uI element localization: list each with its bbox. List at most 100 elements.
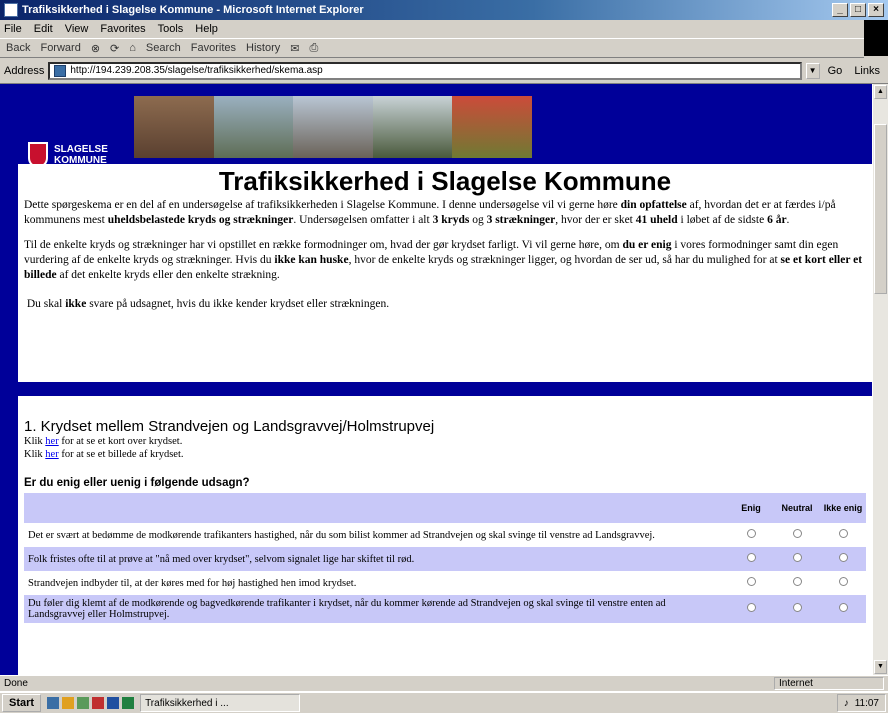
statement-table: Enig Neutral Ikke enig Det er svært at b…	[24, 493, 866, 623]
history-button[interactable]: History	[246, 42, 280, 54]
quicklaunch-app-icon[interactable]	[92, 697, 105, 709]
table-header-row: Enig Neutral Ikke enig	[24, 493, 866, 523]
radio-neutral[interactable]	[792, 577, 802, 586]
window-title: Trafiksikkerhed i Slagelse Kommune - Mic…	[22, 4, 364, 16]
logo-line1: SLAGELSE	[54, 144, 108, 155]
menu-edit[interactable]: Edit	[34, 23, 53, 35]
search-button[interactable]: Search	[146, 42, 181, 54]
statement-text: Folk fristes ofte til at prøve at "nå me…	[24, 547, 728, 571]
table-row: Du føler dig klemt af de modkørende og b…	[24, 595, 866, 623]
back-button[interactable]: Back	[6, 42, 30, 54]
column-enig: Enig	[728, 493, 774, 523]
quicklaunch-word-icon[interactable]	[107, 697, 120, 709]
scroll-down-icon[interactable]: ▼	[874, 660, 887, 674]
radio-ikke-enig[interactable]	[838, 577, 848, 586]
maximize-button[interactable]: □	[850, 3, 866, 17]
menu-file[interactable]: File	[4, 23, 22, 35]
page-icon	[54, 64, 67, 77]
forward-button[interactable]: Forward	[40, 42, 80, 54]
intro-paragraph-1: Dette spørgeskema er en del af en unders…	[24, 199, 836, 226]
scrollbar-thumb[interactable]	[874, 124, 887, 294]
radio-ikke-enig[interactable]	[838, 553, 848, 562]
site-header: SLAGELSE KOMMUNE	[10, 92, 862, 168]
table-row: Strandvejen indbyder til, at der køres m…	[24, 571, 866, 595]
print-icon[interactable]: ⎙	[309, 42, 318, 55]
radio-ikke-enig[interactable]	[838, 529, 848, 538]
vertical-scrollbar[interactable]: ▲ ▼	[872, 84, 888, 675]
menu-help[interactable]: Help	[195, 23, 218, 35]
photo-street	[213, 96, 294, 158]
clock: 11:07	[854, 697, 879, 709]
map-link-line: Klik her for at se et kort over krydset.	[24, 436, 183, 447]
standard-toolbar: Back Forward ⊗ ⟳ ⌂ Search Favorites Hist…	[0, 38, 864, 58]
statement-column-header	[24, 493, 728, 523]
intro-paragraph-2: Til de enkelte kryds og strækninger har …	[24, 239, 863, 281]
quicklaunch-excel-icon[interactable]	[122, 697, 135, 709]
intro-paragraph-3: Du skal ikke svare på udsagnet, hvis du …	[26, 298, 390, 310]
go-button[interactable]: Go	[824, 65, 847, 77]
window-title-bar: Trafiksikkerhed i Slagelse Kommune - Mic…	[0, 0, 888, 20]
scroll-up-icon[interactable]: ▲	[874, 85, 887, 99]
question-prompt: Er du enig eller uenig i følgende udsagn…	[24, 477, 250, 489]
radio-enig[interactable]	[746, 577, 756, 586]
taskbar-ie-window[interactable]: Trafiksikkerhed i ...	[140, 694, 301, 712]
page-title: Trafiksikkerhed i Slagelse Kommune	[218, 166, 672, 196]
system-tray: ♪ 11:07	[836, 694, 886, 712]
ie-icon	[4, 3, 18, 17]
address-label: Address	[4, 64, 45, 77]
status-text: Done	[4, 678, 28, 689]
question-panel: 1. Krydset mellem Strandvejen og Landsgr…	[18, 396, 872, 675]
section-heading: 1. Krydset mellem Strandvejen og Landsgr…	[24, 418, 435, 435]
quicklaunch-folder-icon[interactable]	[62, 697, 75, 709]
photo-church	[293, 96, 373, 158]
page-viewport: SLAGELSE KOMMUNE Trafiksikkerhed i Slage…	[0, 84, 872, 675]
menu-bar: File Edit View Favorites Tools Help	[0, 20, 888, 38]
address-input[interactable]: http://194.239.208.35/slagelse/trafiksik…	[48, 61, 802, 80]
menu-favorites[interactable]: Favorites	[100, 23, 145, 35]
stop-icon[interactable]: ⊗	[91, 42, 100, 55]
statement-text: Strandvejen indbyder til, at der køres m…	[28, 577, 357, 589]
start-button[interactable]: Start	[2, 694, 42, 712]
map-link[interactable]: her	[45, 436, 58, 447]
photo-link[interactable]: her	[45, 449, 58, 460]
photo-flowers	[452, 96, 532, 158]
volume-icon[interactable]: ♪	[844, 698, 849, 709]
radio-neutral[interactable]	[792, 529, 802, 538]
close-button[interactable]: ×	[868, 3, 884, 17]
table-row: Det er svært at bedømme de modkørende tr…	[24, 523, 866, 547]
quick-launch	[47, 697, 135, 709]
address-bar: Address http://194.239.208.35/slagelse/t…	[0, 58, 888, 84]
radio-ikke-enig[interactable]	[838, 603, 848, 612]
radio-enig[interactable]	[746, 529, 756, 538]
photo-link-line: Klik her for at se et billede af krydset…	[24, 449, 184, 460]
menu-view[interactable]: View	[65, 23, 89, 35]
home-icon[interactable]: ⌂	[129, 42, 136, 54]
column-neutral: Neutral	[774, 493, 820, 523]
photo-building	[134, 96, 214, 158]
address-url: http://194.239.208.35/slagelse/trafiksik…	[70, 65, 323, 76]
radio-neutral[interactable]	[792, 553, 802, 562]
minimize-button[interactable]: _	[832, 3, 848, 17]
mail-icon[interactable]: ✉	[290, 42, 299, 55]
links-button[interactable]: Links	[850, 65, 884, 77]
radio-enig[interactable]	[746, 603, 756, 612]
statement-text: Det er svært at bedømme de modkørende tr…	[28, 529, 655, 541]
security-zone: Internet	[774, 677, 884, 690]
intro-panel: Trafiksikkerhed i Slagelse Kommune Dette…	[18, 164, 872, 382]
quicklaunch-ie-icon[interactable]	[47, 697, 60, 709]
refresh-icon[interactable]: ⟳	[110, 42, 119, 55]
header-photo-strip	[134, 96, 532, 158]
statement-text: Du føler dig klemt af de modkørende og b…	[24, 595, 728, 623]
taskbar: Start Trafiksikkerhed i ... ♪ 11:07	[0, 691, 888, 713]
menu-tools[interactable]: Tools	[158, 23, 184, 35]
status-bar: Done Internet	[0, 675, 888, 691]
radio-neutral[interactable]	[792, 603, 802, 612]
photo-trees	[372, 96, 453, 158]
column-ikke-enig: Ikke enig	[820, 493, 866, 523]
radio-enig[interactable]	[746, 553, 756, 562]
favorites-button[interactable]: Favorites	[191, 42, 236, 54]
ie-throbber	[864, 20, 888, 56]
quicklaunch-desktop-icon[interactable]	[77, 697, 90, 709]
address-dropdown-button[interactable]: ▼	[805, 62, 820, 79]
table-row: Folk fristes ofte til at prøve at "nå me…	[24, 547, 866, 571]
